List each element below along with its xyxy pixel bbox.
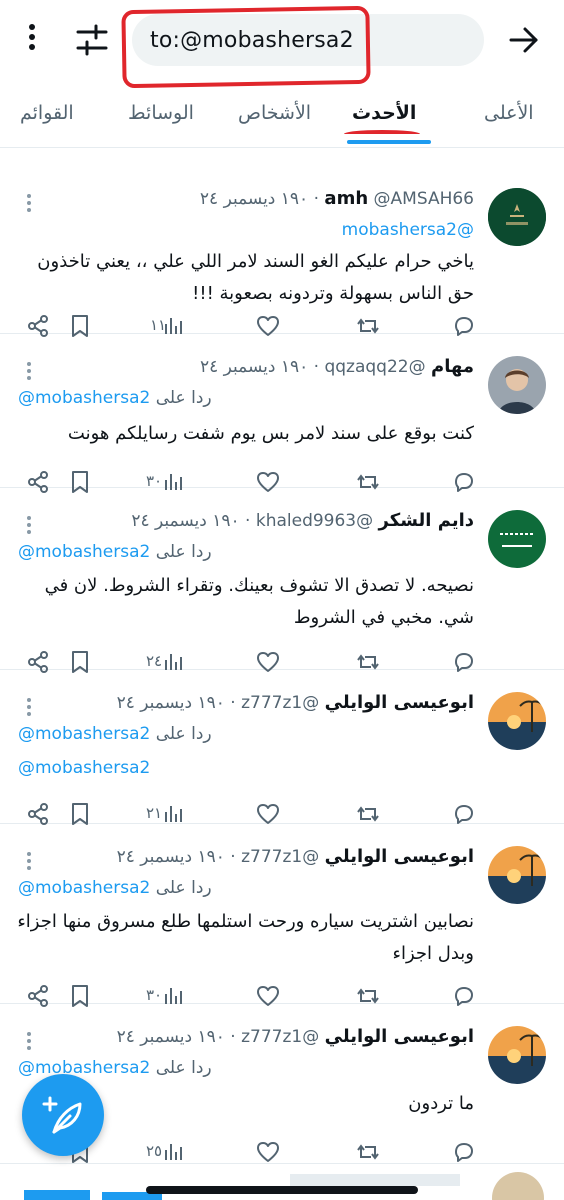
- reply-bubble-icon[interactable]: [450, 1138, 478, 1166]
- tweet-header: ابوعيسى الوايلي @z777z1 · ١٩٠ ديسمبر ٢٤: [116, 1026, 474, 1047]
- top-search-bar: to:@mobashersa2: [0, 0, 564, 89]
- more-options-icon[interactable]: [26, 852, 32, 874]
- views-count: ١١: [150, 316, 167, 334]
- tweet-time: ١٩٠ ديسمبر ٢٤: [199, 189, 309, 209]
- retweet-icon[interactable]: [354, 1138, 382, 1166]
- tweet-header: دايم الشكر @khaled9963 · ١٩٠ ديسمبر ٢٤: [131, 510, 474, 531]
- tweet-text: نصيحه. لا تصدق الا تشوف بعينك. وتقراء ال…: [44, 575, 474, 628]
- author-handle[interactable]: @qqzaqq22: [324, 357, 425, 377]
- author-name[interactable]: ابوعيسى الوايلي: [325, 692, 474, 713]
- mention-link[interactable]: @mobashersa2: [18, 388, 150, 408]
- views-count: ٢٤: [146, 652, 163, 670]
- reply-to-label: ردا على: [155, 724, 212, 744]
- search-tabs: الأعلى الأحدث الأشخاص الوسائط القوائم: [0, 86, 564, 148]
- compose-feather-icon: [42, 1096, 82, 1134]
- mention-link[interactable]: @mobashersa2: [18, 542, 150, 562]
- tweet-item[interactable]: دايم الشكر @khaled9963 · ١٩٠ ديسمبر ٢٤ @…: [0, 488, 564, 673]
- views-bar-icon[interactable]: [160, 1138, 188, 1166]
- avatar[interactable]: [488, 510, 546, 568]
- more-options-icon[interactable]: [26, 194, 32, 216]
- tab-media[interactable]: الوسائط: [128, 102, 194, 124]
- tweet-item[interactable]: ابوعيسى الوايلي @z777z1 · ١٩٠ ديسمبر ٢٤ …: [0, 670, 564, 825]
- views-count: ٢٥: [146, 1142, 163, 1160]
- tweet-time: ١٩٠ ديسمبر ٢٤: [199, 357, 309, 377]
- author-name[interactable]: ابوعيسى الوايلي: [325, 846, 474, 867]
- compose-button[interactable]: [22, 1074, 104, 1156]
- views-count: ٣٠: [146, 986, 163, 1004]
- author-name[interactable]: amh: [324, 188, 368, 209]
- mention-link[interactable]: @mobashersa2: [18, 724, 150, 744]
- partial-next-tweet: [0, 1168, 564, 1200]
- tweet-time: ١٩٠ ديسمبر ٢٤: [131, 511, 240, 531]
- tweet-item[interactable]: مهام @qqzaqq22 · ١٩٠ ديسمبر ٢٤ @mobasher…: [0, 334, 564, 493]
- tweet-header: مهام @qqzaqq22 · ١٩٠ ديسمبر ٢٤: [199, 356, 474, 377]
- active-tab-indicator: [347, 140, 431, 144]
- avatar[interactable]: [488, 846, 546, 904]
- author-handle[interactable]: @z777z1: [241, 847, 319, 867]
- author-handle[interactable]: @AMSAH66: [374, 189, 474, 209]
- home-indicator[interactable]: [146, 1186, 418, 1194]
- tweet-item[interactable]: ابوعيسى الوايلي @z777z1 · ١٩٠ ديسمبر ٢٤ …: [0, 824, 564, 1007]
- tweet-header: ابوعيسى الوايلي @z777z1 · ١٩٠ ديسمبر ٢٤: [116, 692, 474, 713]
- reply-to-line: @mobashersa2 ردا على: [18, 388, 212, 408]
- mention-link[interactable]: @mobashersa2: [18, 758, 150, 778]
- tab-top[interactable]: الأعلى: [484, 102, 534, 124]
- reply-to-label: ردا على: [155, 542, 212, 562]
- arrow-right-icon[interactable]: [506, 22, 542, 58]
- reply-to-label: ردا على: [155, 388, 212, 408]
- avatar[interactable]: [488, 1026, 546, 1084]
- reply-to-line: @mobashersa2 ردا على: [18, 724, 212, 744]
- more-vertical-icon[interactable]: [22, 24, 42, 58]
- tune-sliders-icon[interactable]: [74, 22, 110, 58]
- tweet-text: نصابين اشتريت سياره ورحت استلمها طلع مسر…: [17, 911, 474, 964]
- tweet-time: ١٩٠ ديسمبر ٢٤: [116, 847, 225, 867]
- tab-people[interactable]: الأشخاص: [238, 102, 311, 124]
- views-count: ٢١: [146, 804, 163, 822]
- author-handle[interactable]: @z777z1: [241, 693, 319, 713]
- more-options-icon[interactable]: [26, 362, 32, 384]
- author-handle[interactable]: @khaled9963: [256, 511, 373, 531]
- author-name[interactable]: دايم الشكر: [379, 510, 474, 531]
- annotation-underline: [344, 130, 420, 138]
- tweet-header: amh @AMSAH66 · ١٩٠ ديسمبر ٢٤: [199, 188, 474, 209]
- mention-link[interactable]: @mobashersa2: [18, 878, 150, 898]
- tweet-text: ياخي حرام عليكم الغو السند لامر اللي علي…: [37, 251, 474, 304]
- tweet-time: ١٩٠ ديسمبر ٢٤: [116, 1027, 225, 1047]
- reply-to-line: @mobashersa2 ردا على: [18, 878, 212, 898]
- tweet-time: ١٩٠ ديسمبر ٢٤: [116, 693, 225, 713]
- mention-link[interactable]: @mobashersa2: [342, 220, 474, 240]
- avatar[interactable]: [488, 188, 546, 246]
- more-options-icon[interactable]: [26, 516, 32, 538]
- avatar[interactable]: [488, 692, 546, 750]
- author-handle[interactable]: @z777z1: [241, 1027, 319, 1047]
- more-options-icon[interactable]: [26, 698, 32, 720]
- tab-lists[interactable]: القوائم: [20, 102, 74, 124]
- tab-latest[interactable]: الأحدث: [352, 102, 416, 124]
- author-name[interactable]: ابوعيسى الوايلي: [325, 1026, 474, 1047]
- tweet-item[interactable]: amh @AMSAH66 · ١٩٠ ديسمبر ٢٤ @mobashersa…: [0, 166, 564, 337]
- tweet-text: كنت بوقع على سند لامر بس يوم شفت رسايلكم…: [67, 423, 474, 444]
- author-name[interactable]: مهام: [431, 356, 474, 377]
- heart-icon[interactable]: [254, 1138, 282, 1166]
- reply-to-line: @mobashersa2 ردا على: [18, 542, 212, 562]
- avatar[interactable]: [488, 356, 546, 414]
- more-options-icon[interactable]: [26, 1032, 32, 1054]
- tweet-header: ابوعيسى الوايلي @z777z1 · ١٩٠ ديسمبر ٢٤: [116, 846, 474, 867]
- annotation-circle: [121, 5, 371, 89]
- reply-to-label: ردا على: [155, 1058, 212, 1078]
- reply-to-label: ردا على: [155, 878, 212, 898]
